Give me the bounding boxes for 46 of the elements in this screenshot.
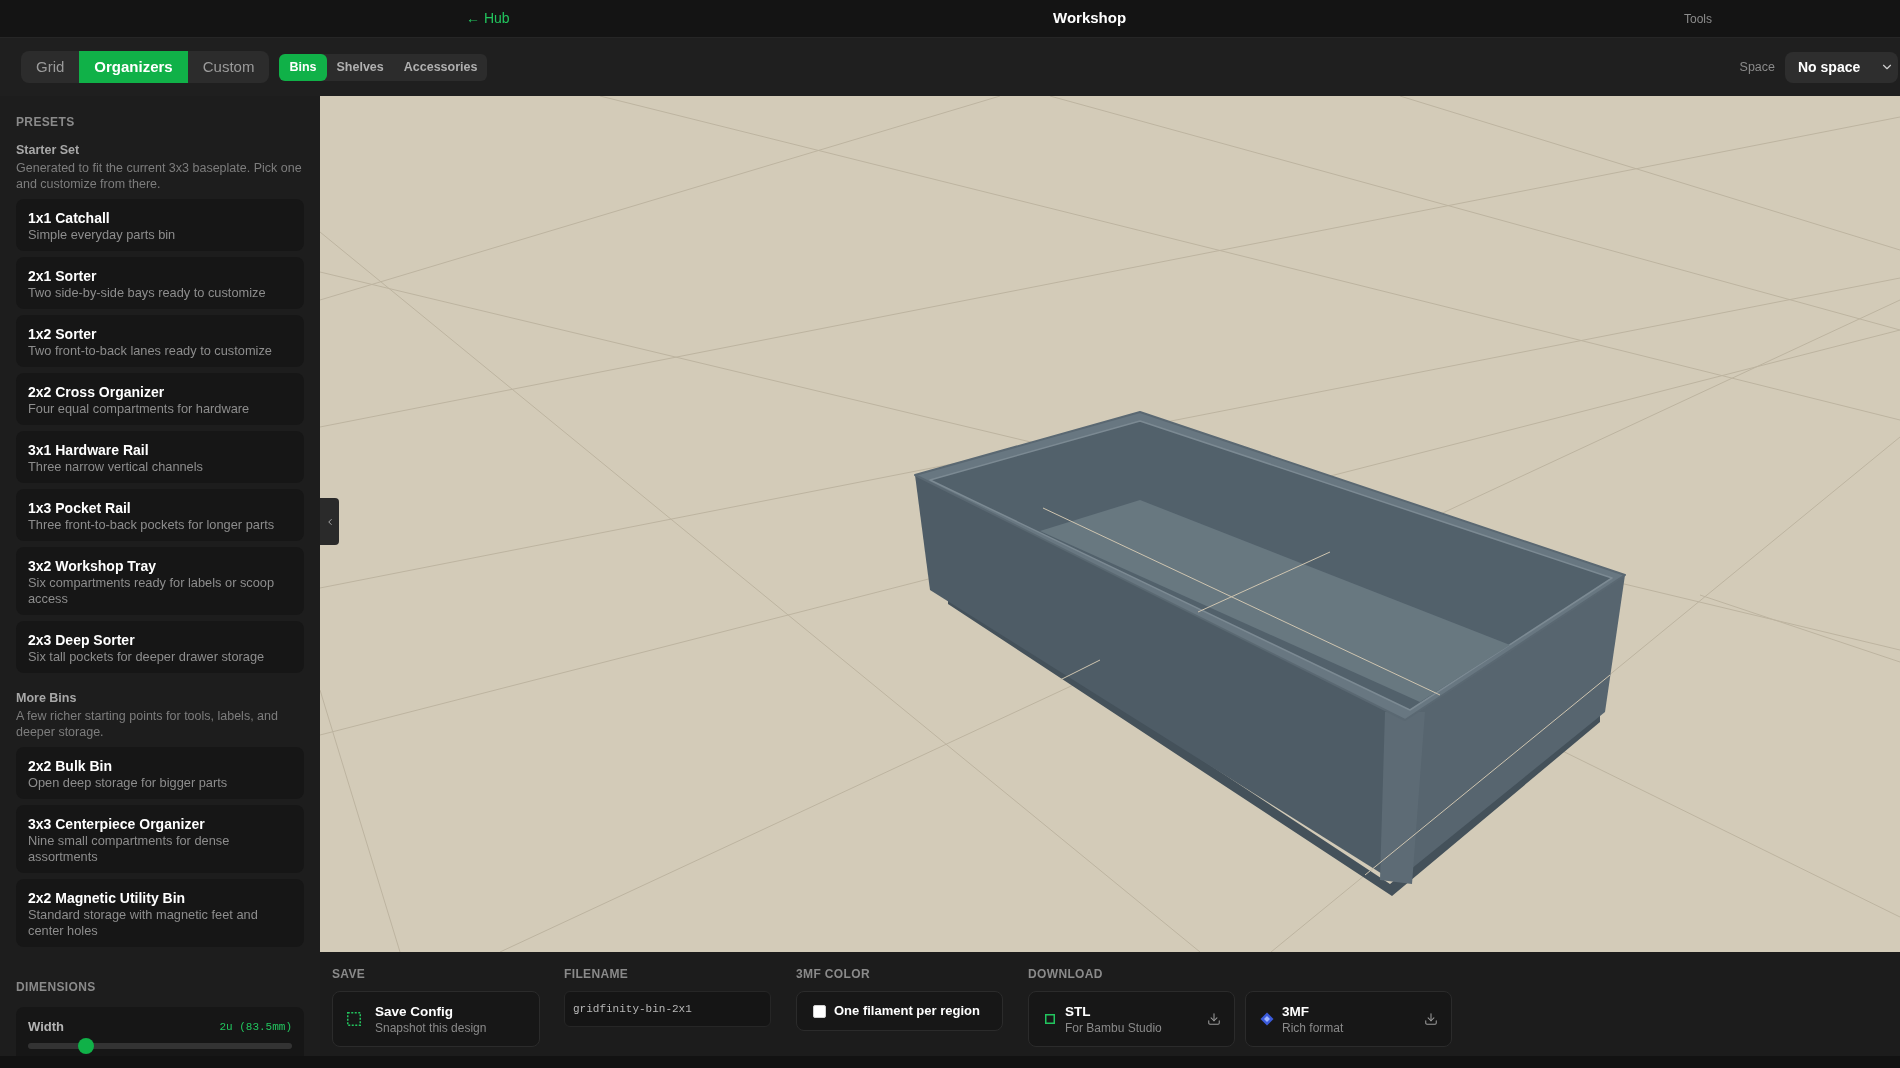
- category-tab[interactable]: Shelves: [326, 53, 394, 81]
- group-description: A few richer starting points for tools, labels, and deeper storage.: [16, 708, 279, 740]
- download-option[interactable]: STL For Bambu Studio: [1028, 991, 1235, 1047]
- group-title: More Bins: [16, 690, 78, 706]
- section-heading: DOWNLOAD: [1028, 966, 1104, 982]
- preset-card[interactable]: 1x3 Pocket Rail Three front-to-back pockets for longer parts: [16, 489, 304, 541]
- page-title: Workshop: [1053, 8, 1127, 29]
- download-icon: [1207, 1012, 1221, 1026]
- group-description: Generated to fit the current 3x3 baseplate. Pick one and customize from there.: [16, 160, 303, 192]
- save-config-button[interactable]: Save Config Snapshot this design: [332, 991, 540, 1047]
- filename-field[interactable]: gridfinity-bin-2x1: [564, 991, 771, 1027]
- section-heading: DIMENSIONS: [16, 979, 97, 995]
- section-heading: FILENAME: [564, 966, 630, 982]
- tools-menu[interactable]: Tools: [1684, 9, 1712, 28]
- mode-tab[interactable]: Grid: [21, 51, 80, 83]
- color-mode-toggle[interactable]: One filament per region: [796, 991, 1003, 1031]
- preset-card[interactable]: 3x3 Centerpiece Organizer Nine small compartments for dense assortments: [16, 805, 304, 873]
- preset-card[interactable]: 2x1 Sorter Two side-by-side bays ready to customize: [16, 257, 304, 309]
- 3d-viewport[interactable]: [320, 96, 1900, 952]
- preset-card[interactable]: 3x2 Workshop Tray Six compartments ready for labels or scoop access: [16, 547, 304, 615]
- square-outline-icon: [1045, 1014, 1055, 1024]
- preset-card[interactable]: 2x3 Deep Sorter Six tall pockets for deeper drawer storage: [16, 621, 304, 673]
- section-heading: 3MF COLOR: [796, 966, 871, 982]
- section-heading: PRESETS: [16, 114, 76, 130]
- preset-card[interactable]: 2x2 Cross Organizer Four equal compartments for hardware: [16, 373, 304, 425]
- preset-card[interactable]: 2x2 Bulk Bin Open deep storage for bigger parts: [16, 747, 304, 799]
- preset-card[interactable]: 2x2 Magnetic Utility Bin Standard storage with magnetic feet and center holes: [16, 879, 304, 947]
- space-label: Space: [1739, 58, 1775, 76]
- dashed-square-icon: [347, 1012, 361, 1026]
- diamond-icon: [1260, 1012, 1274, 1026]
- width-slider[interactable]: [28, 1038, 292, 1054]
- download-icon: [1424, 1012, 1438, 1026]
- category-tab[interactable]: Accessories: [393, 53, 488, 81]
- preset-card[interactable]: 1x1 Catchall Simple everyday parts bin: [16, 199, 304, 251]
- group-title: Starter Set: [16, 142, 81, 158]
- field-label: Width: [28, 1019, 64, 1035]
- mode-tab[interactable]: Custom: [187, 51, 270, 83]
- field-reading: 2u (83.5mm): [219, 1020, 292, 1035]
- section-heading: SAVE: [332, 966, 367, 982]
- download-option[interactable]: 3MF Rich format: [1245, 991, 1452, 1047]
- slider-thumb[interactable]: [78, 1038, 95, 1054]
- hub-link[interactable]: ← Hub: [466, 8, 510, 29]
- checkbox[interactable]: [813, 1004, 826, 1018]
- space-select[interactable]: No space: [1785, 51, 1898, 83]
- preset-card[interactable]: 3x1 Hardware Rail Three narrow vertical channels: [16, 431, 304, 483]
- preset-card[interactable]: 1x2 Sorter Two front-to-back lanes ready to customize: [16, 315, 304, 367]
